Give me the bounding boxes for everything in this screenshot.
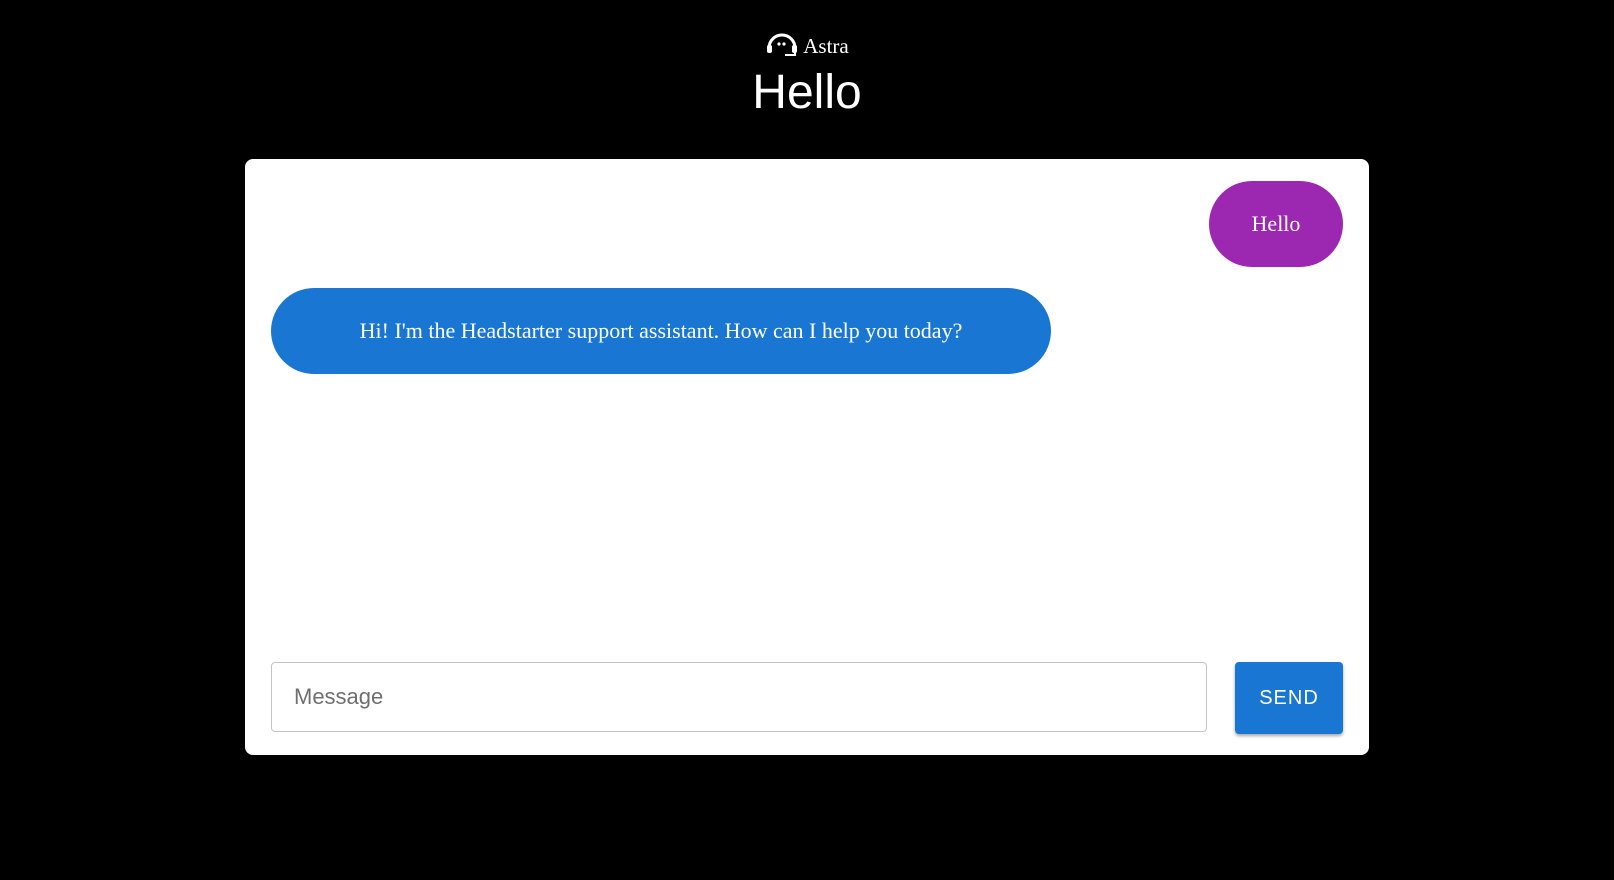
page-title: Hello xyxy=(752,66,862,119)
send-button[interactable]: SEND xyxy=(1235,662,1343,734)
message-input[interactable] xyxy=(271,662,1207,732)
header: Astra Hello xyxy=(0,26,1614,119)
chat-panel: Hello Hi! I'm the Headstarter support as… xyxy=(245,159,1369,755)
assistant-message-bubble: Hi! I'm the Headstarter support assistan… xyxy=(271,288,1051,374)
user-message-bubble: Hello xyxy=(1209,181,1343,267)
brand-logo: Astra xyxy=(765,26,849,58)
headset-icon xyxy=(765,28,799,58)
app-page: Astra Hello Hello Hi! I'm the Headstarte… xyxy=(0,0,1614,880)
brand-name: Astra xyxy=(803,34,849,58)
